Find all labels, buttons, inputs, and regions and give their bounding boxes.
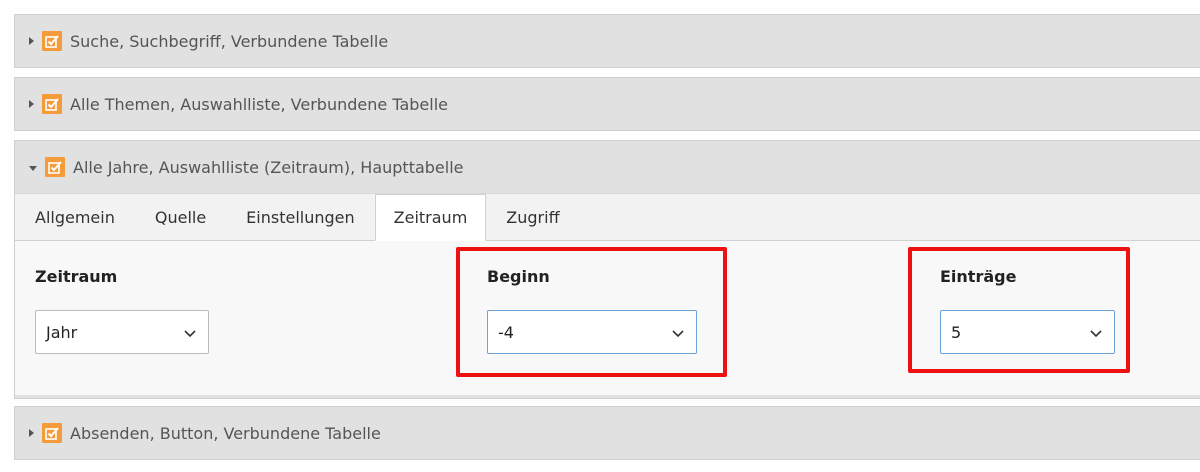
tab-quelle[interactable]: Quelle xyxy=(135,194,226,240)
panel-absenden: Absenden, Button, Verbundene Tabelle xyxy=(14,406,1200,460)
panel-title: Alle Themen, Auswahlliste, Verbundene Ta… xyxy=(70,94,448,114)
caret-right-icon xyxy=(29,100,34,108)
tab-einstellungen[interactable]: Einstellungen xyxy=(226,194,374,240)
panel-suche: Suche, Suchbegriff, Verbundene Tabelle xyxy=(14,14,1200,68)
panel-header-alle-themen[interactable]: Alle Themen, Auswahlliste, Verbundene Ta… xyxy=(15,78,1200,130)
zeitraum-select[interactable]: Jahr xyxy=(35,310,209,354)
checkbox-edit-icon xyxy=(42,423,62,443)
panel-title: Suche, Suchbegriff, Verbundene Tabelle xyxy=(70,31,389,51)
chevron-down-icon xyxy=(184,323,196,342)
panel-header-alle-jahre[interactable]: Alle Jahre, Auswahlliste (Zeitraum), Hau… xyxy=(15,141,1200,193)
zeitraum-value: Jahr xyxy=(46,322,78,342)
caret-right-icon xyxy=(29,37,34,45)
checkbox-edit-icon xyxy=(42,94,62,114)
tab-zugriff[interactable]: Zugriff xyxy=(486,194,579,240)
panel-title: Absenden, Button, Verbundene Tabelle xyxy=(70,423,381,443)
checkbox-edit-icon xyxy=(42,31,62,51)
tab-allgemein[interactable]: Allgemein xyxy=(15,194,135,240)
caret-down-icon xyxy=(29,165,37,171)
panel-header-suche[interactable]: Suche, Suchbegriff, Verbundene Tabelle xyxy=(15,15,1200,67)
panel-header-absenden[interactable]: Absenden, Button, Verbundene Tabelle xyxy=(15,407,1200,459)
tab-bar: Allgemein Quelle Einstellungen Zeitraum … xyxy=(15,193,1200,241)
checkbox-edit-icon xyxy=(45,157,65,177)
zeitraum-label: Zeitraum xyxy=(35,267,118,286)
highlight-box-beginn xyxy=(456,247,727,377)
panel-title: Alle Jahre, Auswahlliste (Zeitraum), Hau… xyxy=(73,157,464,177)
caret-right-icon xyxy=(29,429,34,437)
tab-zeitraum[interactable]: Zeitraum xyxy=(374,194,487,241)
highlight-box-eintraege xyxy=(908,247,1130,373)
panel-alle-themen: Alle Themen, Auswahlliste, Verbundene Ta… xyxy=(14,77,1200,131)
